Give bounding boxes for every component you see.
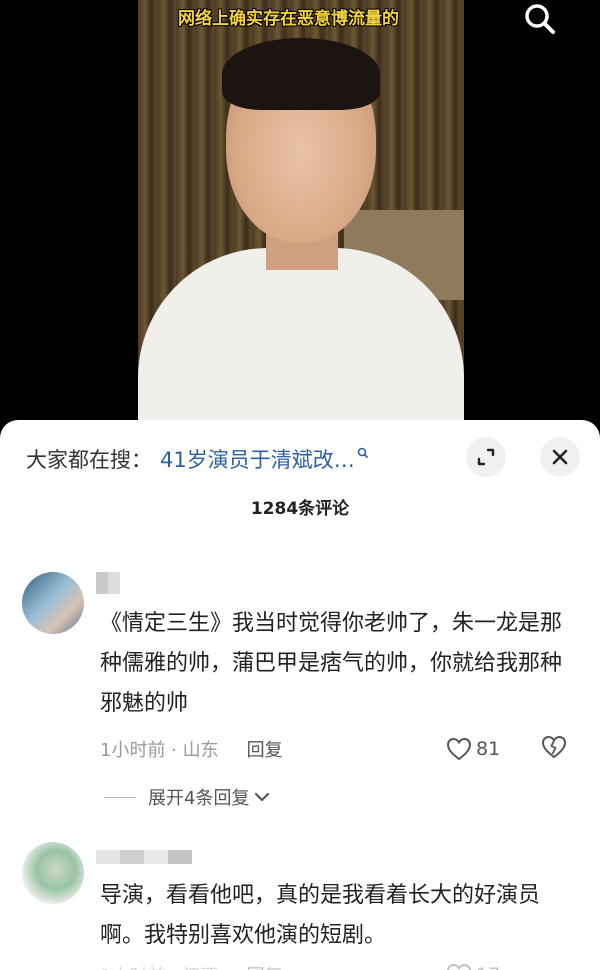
chevron-down-icon [255,792,270,802]
comment-time-location: 1小时前 · 山东 [100,740,219,761]
dislike-button[interactable] [540,735,568,764]
like-button[interactable]: 81 [446,737,500,761]
video-frame [138,0,464,440]
small-search-icon [357,447,368,459]
comment-text: 《情定三生》我当时觉得你老帅了，朱一龙是那种儒雅的帅，蒲巴甲是痞气的帅，你就给我… [100,611,563,716]
video-player[interactable]: 网络上确实存在恶意博流量的 [0,0,600,440]
heart-icon [447,963,471,970]
close-icon [552,449,568,465]
expand-panel-button[interactable] [466,437,506,477]
divider-line [104,796,136,798]
comment-meta: 1小时前 · 山东 回复 81 [100,734,580,764]
username-mosaic[interactable] [96,572,120,594]
avatar[interactable] [22,572,84,634]
search-button[interactable] [520,0,560,40]
trending-search-bar[interactable]: 大家都在搜： 41岁演员于清斌改… [26,444,369,474]
like-count: 17 [476,964,500,970]
like-count: 81 [476,738,501,760]
broken-heart-icon [541,735,567,758]
expand-replies-label: 展开4条回复 [148,788,250,809]
comment-time-location: 1小时前 · 江西 [100,962,219,970]
expand-icon [477,448,495,466]
video-person-hair [222,38,380,110]
comment-meta: 1小时前 · 江西 回复 17 [100,960,580,970]
search-icon [525,4,555,34]
comment-panel: 大家都在搜： 41岁演员于清斌改… 1284条评论 《情定三生》我当时觉得你老帅… [0,420,600,970]
reply-button[interactable]: 回复 [247,962,283,970]
video-person-shirt [138,248,464,440]
close-panel-button[interactable] [540,437,580,477]
username-mosaic[interactable] [96,850,192,864]
avatar[interactable] [22,842,84,904]
trending-search-prefix: 大家都在搜： [26,448,152,472]
trending-search-query[interactable]: 41岁演员于清斌改… [160,444,355,474]
comment-count-title: 1284条评论 [250,499,350,519]
reply-button[interactable]: 回复 [247,736,283,762]
video-caption: 网络上确实存在恶意博流量的 [178,9,399,29]
heart-icon [446,737,472,761]
like-button[interactable]: 17 [446,963,500,970]
expand-replies-button[interactable]: 展开4条回复 [104,784,271,810]
comment-text: 导演，看看他吧，真的是我看着长大的好演员啊。我特别喜欢他演的短剧。 [100,883,541,948]
